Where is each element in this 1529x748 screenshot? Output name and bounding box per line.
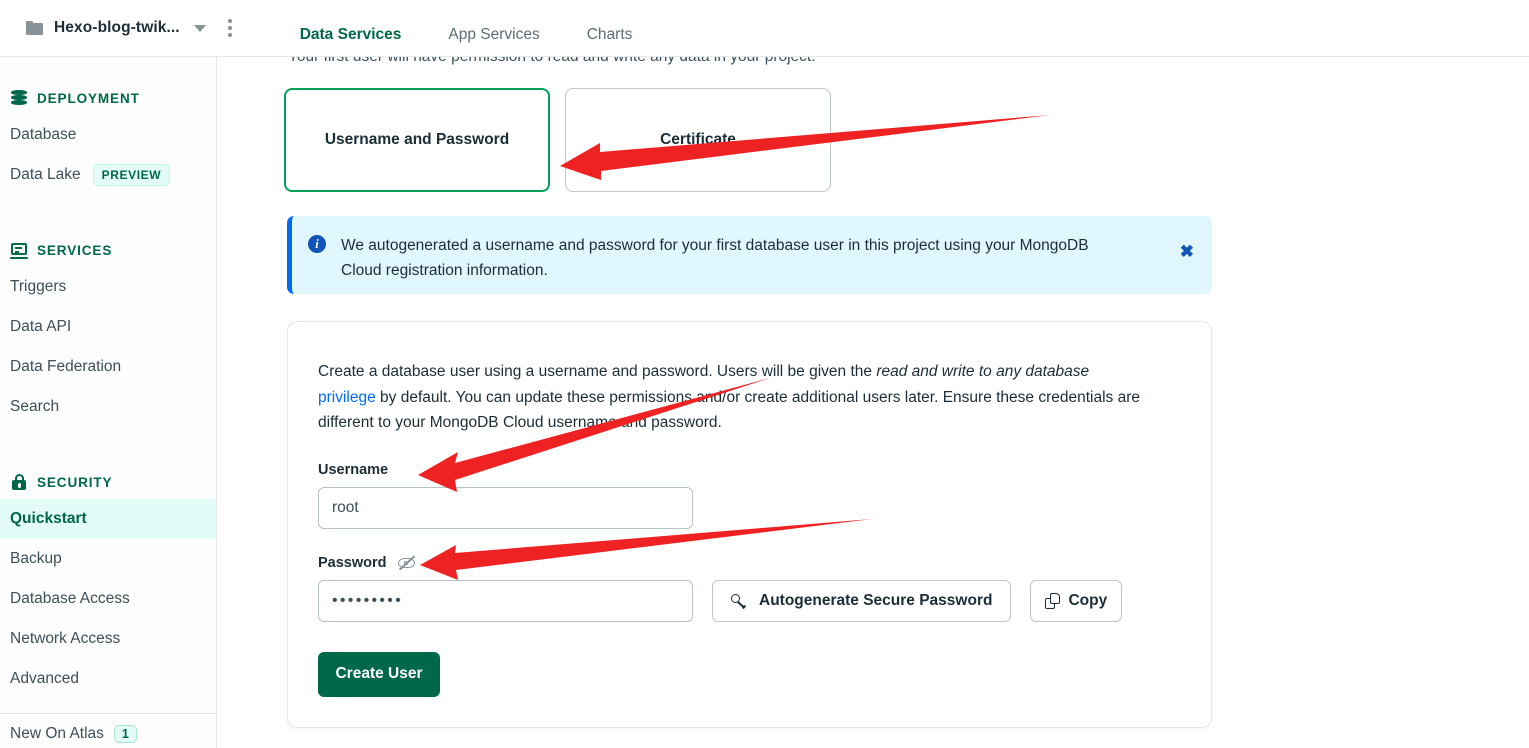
create-user-description: Create a database user using a username …: [318, 359, 1181, 436]
username-input[interactable]: root: [318, 486, 693, 529]
sidebar-item-label: Data Federation: [10, 358, 122, 375]
sidebar-section-services: SERVICES: [0, 233, 216, 267]
auth-option-certificate[interactable]: Certificate: [565, 88, 831, 192]
sidebar-item-label: New On Atlas: [10, 725, 104, 742]
sidebar-item-label: Triggers: [10, 278, 67, 295]
password-row: ••••••••• Autogenerate Secure Password C…: [318, 571, 1181, 622]
lock-icon: [10, 473, 28, 491]
password-label: Password: [318, 555, 1181, 571]
sidebar-item-label: Database Access: [10, 590, 130, 607]
tab-data-services[interactable]: Data Services: [293, 27, 409, 57]
key-icon: [731, 593, 747, 609]
sidebar-item-backup[interactable]: Backup: [0, 539, 216, 579]
sidebar-item-database-access[interactable]: Database Access: [0, 579, 216, 619]
sidebar-item-quickstart[interactable]: Quickstart: [0, 499, 216, 539]
sidebar-section-deployment: DEPLOYMENT: [0, 81, 216, 115]
auth-option-label: Username and Password: [324, 131, 510, 148]
desc-part-2: by default. You can update these permiss…: [318, 388, 1141, 432]
username-label-text: Username: [318, 461, 389, 478]
tab-charts[interactable]: Charts: [580, 27, 640, 57]
create-user-button[interactable]: Create User: [318, 651, 440, 697]
kebab-menu-icon[interactable]: [227, 19, 232, 37]
sidebar-item-label: Backup: [10, 550, 62, 567]
atlas-quickstart-page: Hexo-blog-twik... Data Services App Serv…: [0, 0, 1529, 748]
scrolled-heading-text: Your first user will have permission to …: [288, 57, 1188, 66]
auth-method-options: Username and Password Certificate: [284, 88, 831, 192]
auth-option-label: Certificate: [660, 131, 736, 148]
sidebar-item-label: Search: [10, 398, 60, 415]
eye-slash-icon[interactable]: [397, 555, 415, 570]
chevron-down-icon[interactable]: [193, 24, 206, 32]
desc-emphasis: read and write to any database: [876, 363, 1090, 380]
sidebar-item-new-on-atlas[interactable]: New On Atlas 1: [0, 714, 216, 748]
sidebar-item-database[interactable]: Database: [0, 115, 216, 155]
sidebar-item-label: Database: [10, 126, 77, 143]
main-content: Your first user will have permission to …: [217, 57, 1529, 748]
tab-app-services[interactable]: App Services: [441, 27, 546, 57]
sidebar-item-data-lake[interactable]: Data Lake PREVIEW: [0, 155, 216, 195]
autogenerate-password-button[interactable]: Autogenerate Secure Password: [712, 579, 1012, 622]
sidebar-item-data-api[interactable]: Data API: [0, 307, 216, 347]
autogenerate-label: Autogenerate Secure Password: [759, 591, 993, 609]
sidebar-section-security: SECURITY: [0, 465, 216, 499]
privilege-link[interactable]: privilege: [318, 389, 376, 406]
sidebar-item-label: Advanced: [10, 670, 79, 687]
create-user-card: Create a database user using a username …: [287, 321, 1212, 728]
new-on-atlas-count-badge: 1: [113, 725, 137, 743]
main-tabs: Data Services App Services Charts: [293, 0, 673, 57]
sidebar-item-triggers[interactable]: Triggers: [0, 267, 216, 307]
password-label-text: Password: [318, 554, 387, 571]
password-value: •••••••••: [332, 591, 404, 609]
username-label: Username: [318, 462, 1181, 478]
copy-icon: [1045, 592, 1061, 609]
folder-icon: [26, 21, 43, 35]
sidebar-item-advanced[interactable]: Advanced: [0, 659, 216, 699]
sidebar-item-label: Data Lake: [10, 166, 81, 183]
laptop-icon: [10, 241, 28, 259]
sidebar-item-data-federation[interactable]: Data Federation: [0, 347, 216, 387]
sidebar-item-label: Quickstart: [10, 510, 87, 527]
copy-label: Copy: [1068, 591, 1108, 609]
top-navigation-bar: Hexo-blog-twik... Data Services App Serv…: [0, 0, 1529, 57]
info-banner: i We autogenerated a username and passwo…: [287, 216, 1212, 294]
sidebar-item-network-access[interactable]: Network Access: [0, 619, 216, 659]
sidebar-item-search[interactable]: Search: [0, 387, 216, 427]
sidebar-section-label: DEPLOYMENT: [37, 90, 140, 106]
project-name: Hexo-blog-twik...: [54, 19, 180, 36]
close-icon[interactable]: ✖: [1180, 243, 1194, 260]
sidebar-item-label: Data API: [10, 318, 72, 335]
desc-part-1: Create a database user using a username …: [318, 363, 877, 380]
password-input[interactable]: •••••••••: [318, 579, 693, 622]
username-value: root: [332, 498, 359, 516]
sidebar-item-label: Network Access: [10, 630, 121, 647]
project-selector[interactable]: Hexo-blog-twik...: [0, 19, 206, 37]
info-banner-text: We autogenerated a username and password…: [341, 237, 1089, 279]
copy-password-button[interactable]: Copy: [1030, 579, 1123, 622]
sidebar: DEPLOYMENT Database Data Lake PREVIEW SE…: [0, 57, 217, 748]
database-stack-icon: [10, 89, 28, 107]
auth-option-username-password[interactable]: Username and Password: [284, 88, 550, 192]
info-circle-icon: i: [308, 235, 326, 253]
preview-badge: PREVIEW: [92, 164, 171, 186]
sidebar-section-label: SECURITY: [37, 474, 113, 490]
sidebar-section-label: SERVICES: [37, 242, 113, 258]
